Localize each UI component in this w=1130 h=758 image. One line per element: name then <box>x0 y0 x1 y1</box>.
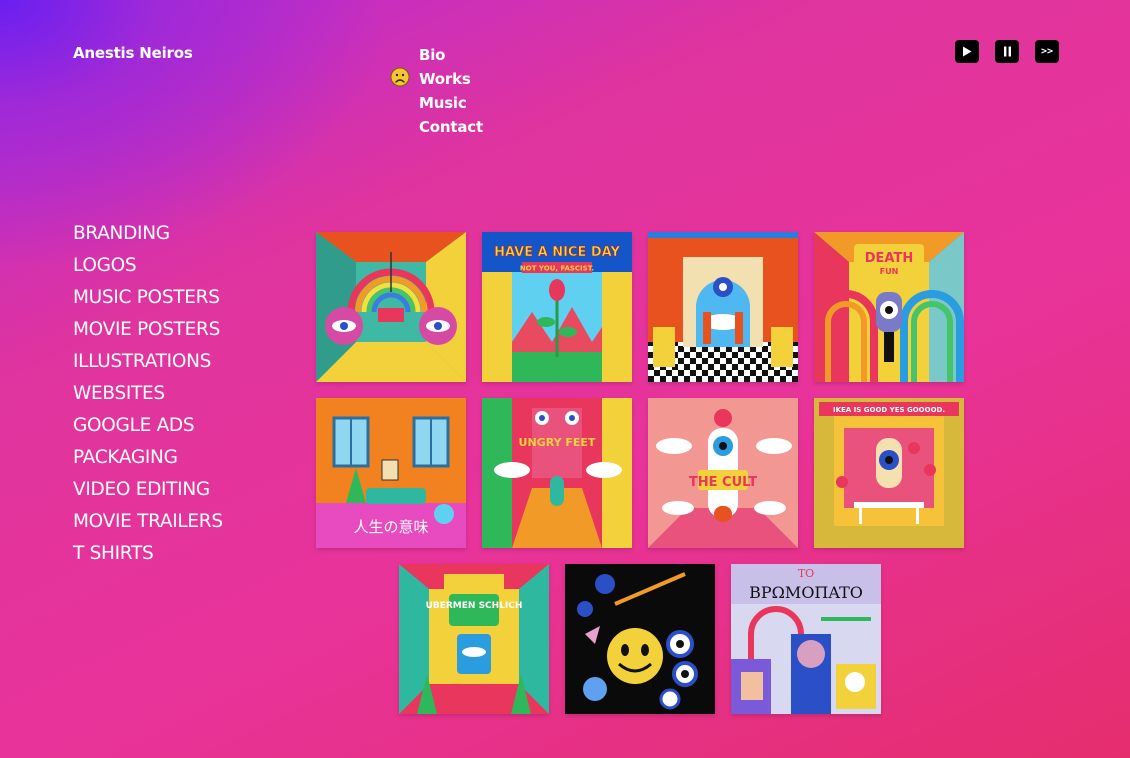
svg-text:BPΩMOΠATO: BPΩMOΠATO <box>749 583 863 602</box>
pause-icon <box>1003 46 1011 57</box>
artist-name[interactable]: Anestis Neiros <box>73 44 193 62</box>
category-logos[interactable]: LOGOS <box>73 250 223 282</box>
category-google-ads[interactable]: GOOGLE ADS <box>73 410 223 442</box>
svg-text:THE CULT: THE CULT <box>689 475 757 490</box>
ubermenschlich-artwork[interactable]: UBERMEN SCHLICH <box>399 564 549 714</box>
svg-text:NOT YOU, FASCIST.: NOT YOU, FASCIST. <box>520 265 594 273</box>
ungry-feet-artwork[interactable]: UNGRY FEET <box>482 398 632 548</box>
svg-text:FUN: FUN <box>880 267 899 276</box>
checkered-temple-artwork[interactable] <box>648 232 798 382</box>
category-movie-posters[interactable]: MOVIE POSTERS <box>73 314 223 346</box>
svg-text:HAVE A NICE DAY: HAVE A NICE DAY <box>494 245 620 260</box>
category-music-posters[interactable]: MUSIC POSTERS <box>73 282 223 314</box>
to-vromopato-artwork[interactable]: TO BPΩMOΠATO <box>731 564 881 714</box>
death-fun-artwork[interactable]: DEATH FUN <box>814 232 964 382</box>
category-list: BRANDING LOGOS MUSIC POSTERS MOVIE POSTE… <box>73 218 223 570</box>
nav-contact[interactable]: Contact <box>419 115 483 139</box>
main-nav: Bio Works Music Contact <box>419 43 483 139</box>
svg-text:DEATH: DEATH <box>865 251 913 266</box>
svg-text:UBERMEN SCHLICH: UBERMEN SCHLICH <box>426 601 523 611</box>
frown-face-icon <box>390 67 410 87</box>
category-websites[interactable]: WEBSITES <box>73 378 223 410</box>
category-branding[interactable]: BRANDING <box>73 218 223 250</box>
ikea-is-good-artwork[interactable]: IKEA IS GOOD YES GOOOOD. <box>814 398 964 548</box>
pause-button[interactable] <box>995 40 1019 63</box>
music-player-controls: >> <box>955 40 1059 63</box>
play-button[interactable] <box>955 40 979 63</box>
nav-music[interactable]: Music <box>419 91 483 115</box>
play-icon <box>963 46 972 57</box>
the-cult-artwork[interactable]: THE CULT <box>648 398 798 548</box>
jinsei-no-imi-artwork[interactable]: 人生の意味 <box>316 398 466 548</box>
nav-bio[interactable]: Bio <box>419 43 483 67</box>
category-t-shirts[interactable]: T SHIRTS <box>73 538 223 570</box>
category-movie-trailers[interactable]: MOVIE TRAILERS <box>73 506 223 538</box>
smiley-eyes-artwork[interactable] <box>565 564 715 714</box>
svg-text:TO: TO <box>798 567 814 580</box>
category-video-editing[interactable]: VIDEO EDITING <box>73 474 223 506</box>
rainbow-eyes-artwork[interactable] <box>316 232 466 382</box>
nav-works[interactable]: Works <box>419 67 483 91</box>
category-illustrations[interactable]: ILLUSTRATIONS <box>73 346 223 378</box>
svg-text:人生の意味: 人生の意味 <box>353 518 428 536</box>
category-packaging[interactable]: PACKAGING <box>73 442 223 474</box>
have-a-nice-day-artwork[interactable]: HAVE A NICE DAY NOT YOU, FASCIST. <box>482 232 632 382</box>
next-button[interactable]: >> <box>1035 40 1059 63</box>
svg-text:IKEA IS GOOD YES GOOOOD.: IKEA IS GOOD YES GOOOOD. <box>833 406 945 414</box>
svg-text:UNGRY FEET: UNGRY FEET <box>519 436 596 449</box>
